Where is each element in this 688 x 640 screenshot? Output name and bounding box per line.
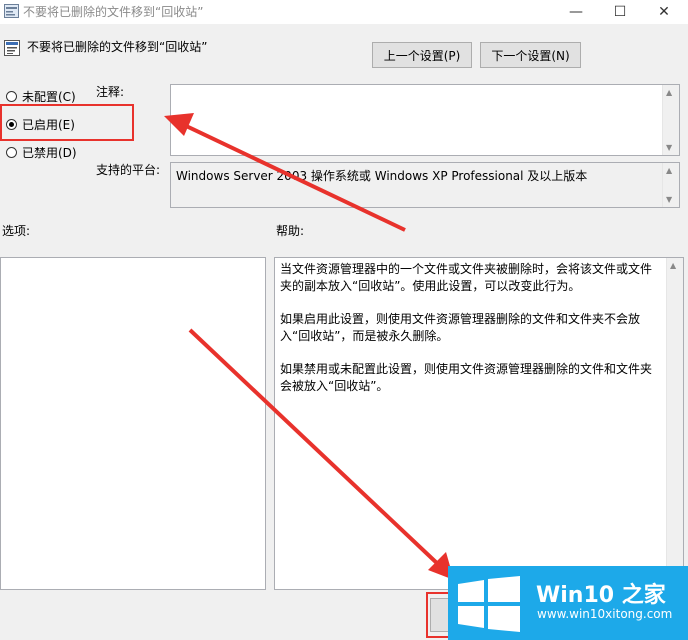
policy-app-icon xyxy=(4,4,19,18)
help-pane: 当文件资源管理器中的一个文件或文件夹被删除时，会将该文件或文件夹的副本放入“回收… xyxy=(274,257,684,590)
watermark-url: www.win10xitong.com xyxy=(537,607,673,621)
radio-disabled[interactable]: 已禁用(D) xyxy=(6,144,77,161)
scroll-up-icon[interactable]: ▲ xyxy=(666,88,672,97)
close-button[interactable]: ✕ xyxy=(642,0,686,24)
next-setting-label: 下一个设置(N) xyxy=(491,48,570,63)
help-paragraph: 如果启用此设置，则使用文件资源管理器删除的文件和文件夹不会放入“回收站”，而是被… xyxy=(280,312,641,343)
radio-label: 未配置(C) xyxy=(22,90,76,104)
close-icon: ✕ xyxy=(658,4,670,20)
window-title: 不要将已删除的文件移到“回收站” xyxy=(23,5,204,19)
platform-value: Windows Server 2003 操作系统或 Windows XP Pro… xyxy=(176,169,588,183)
platform-label: 支持的平台: xyxy=(96,163,161,177)
scroll-up-icon[interactable]: ▲ xyxy=(666,166,672,175)
scroll-up-icon[interactable]: ▲ xyxy=(670,261,676,270)
help-paragraph: 当文件资源管理器中的一个文件或文件夹被删除时，会将该文件或文件夹的副本放入“回收… xyxy=(280,262,653,293)
radio-not-configured[interactable]: 未配置(C) xyxy=(6,88,76,105)
comment-value xyxy=(171,85,679,91)
platform-textbox: Windows Server 2003 操作系统或 Windows XP Pro… xyxy=(170,162,680,208)
scroll-down-icon[interactable]: ▼ xyxy=(666,195,672,204)
radio-circle[interactable] xyxy=(6,91,17,102)
minimize-icon: — xyxy=(569,4,583,20)
help-scrollbar[interactable]: ▲ ▼ xyxy=(666,258,683,589)
options-label: 选项: xyxy=(2,224,31,238)
radio-circle[interactable] xyxy=(6,147,17,158)
next-setting-button[interactable]: 下一个设置(N) xyxy=(480,42,581,68)
radio-label: 已禁用(D) xyxy=(22,146,77,160)
scroll-down-icon[interactable]: ▼ xyxy=(666,143,672,152)
maximize-button[interactable]: ☐ xyxy=(598,0,642,24)
previous-setting-button[interactable]: 上一个设置(P) xyxy=(372,42,472,68)
help-paragraph: 如果禁用或未配置此设置，则使用文件资源管理器删除的文件和文件夹会被放入“回收站”… xyxy=(280,362,653,393)
highlight-enabled-box xyxy=(0,104,134,141)
help-label: 帮助: xyxy=(276,224,305,238)
policy-setting-icon xyxy=(4,40,20,56)
minimize-button[interactable]: — xyxy=(554,0,598,24)
comment-scrollbar[interactable]: ▲ ▼ xyxy=(662,85,679,155)
policy-title: 不要将已删除的文件移到“回收站” xyxy=(27,40,208,54)
previous-setting-label: 上一个设置(P) xyxy=(383,48,461,63)
comment-label: 注释: xyxy=(96,85,125,99)
watermark-title: Win10 之家 xyxy=(536,583,666,608)
options-pane xyxy=(0,257,266,590)
maximize-icon: ☐ xyxy=(613,4,627,20)
windows-logo-icon xyxy=(458,576,520,632)
comment-textarea[interactable]: ▲ ▼ xyxy=(170,84,680,156)
platform-scrollbar[interactable]: ▲ ▼ xyxy=(662,163,679,207)
